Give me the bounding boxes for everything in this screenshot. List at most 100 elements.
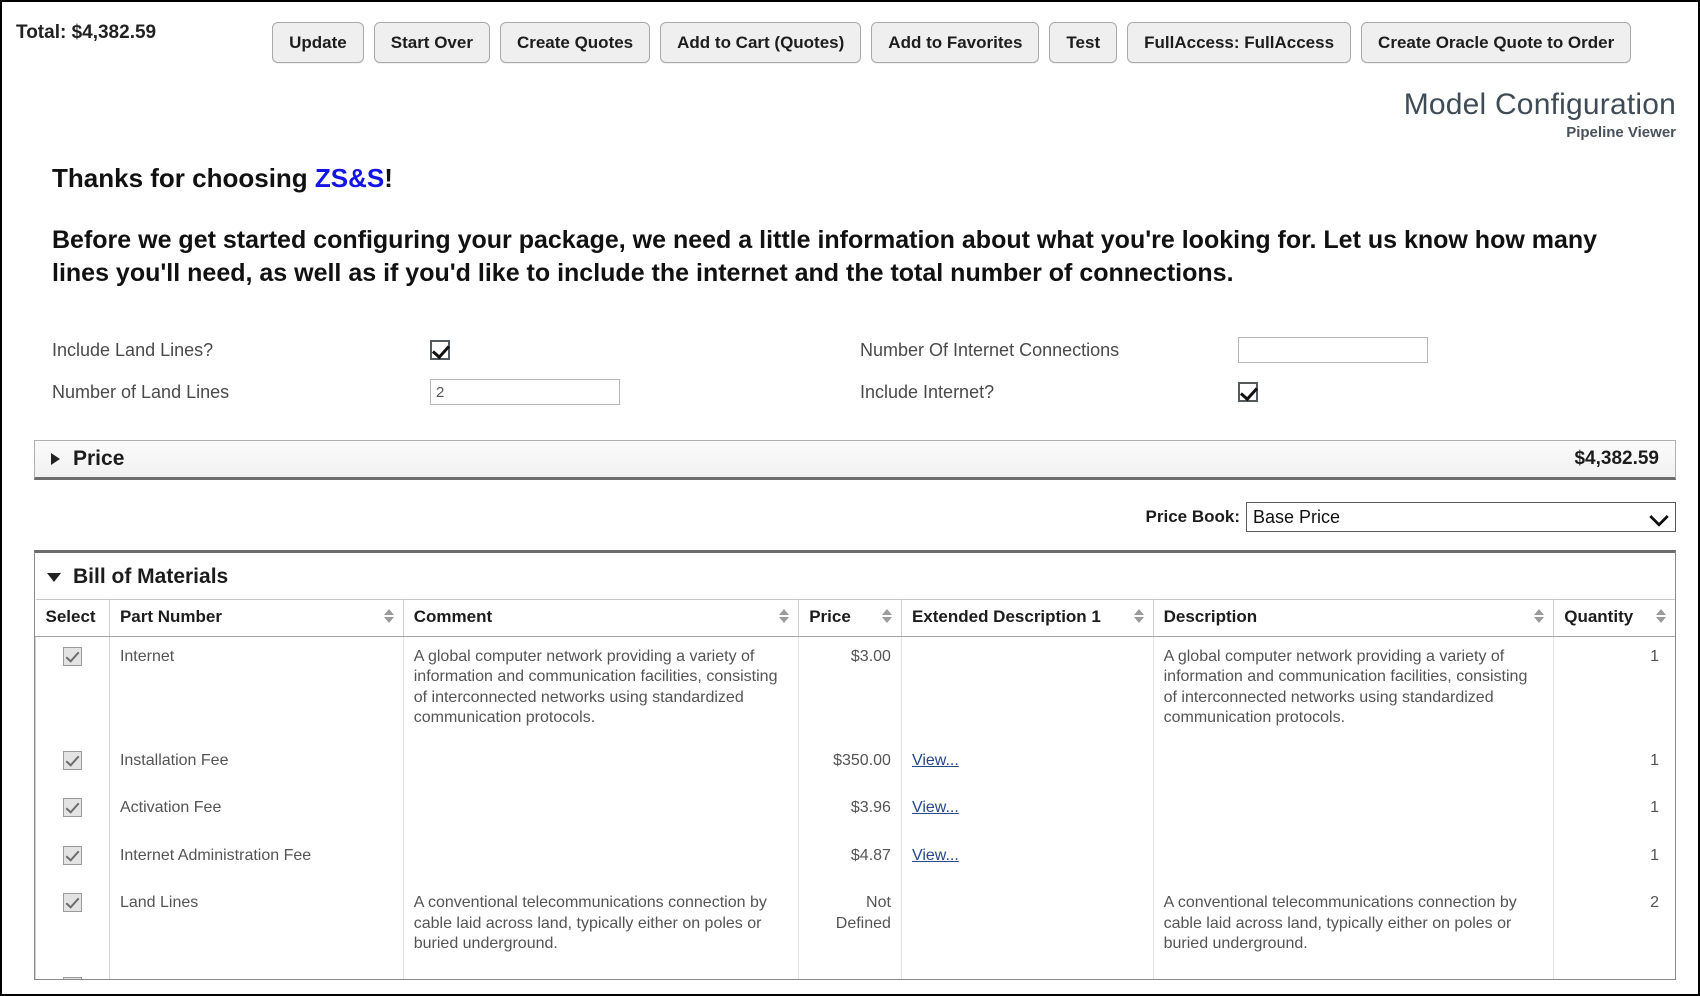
page-subtitle: Pipeline Viewer [1566, 124, 1676, 141]
column-header-select: Select [35, 599, 110, 637]
cell-comment: A conventional telecommunications connec… [403, 883, 800, 967]
brand-name: ZS&S [314, 163, 385, 193]
row-select-cell [35, 966, 110, 979]
include-internet-checkbox[interactable] [1238, 382, 1258, 402]
intro-greeting: Thanks for choosing ZS&S! [52, 163, 1652, 194]
add-to-favorites-button[interactable]: Add to Favorites [871, 21, 1040, 63]
include-land-lines-checkbox[interactable] [430, 340, 450, 360]
price-section-header[interactable]: Price $4,382.59 [34, 440, 1676, 480]
cell-price: $1.27 [798, 966, 902, 979]
bill-of-materials-panel: Bill of Materials Select Part Number Comme… [34, 550, 1676, 980]
field-number-of-internet-connections: Number Of Internet Connections [860, 330, 1668, 370]
cell-extended-description-1: View... [901, 835, 1154, 884]
update-button[interactable]: Update [272, 21, 364, 63]
cell-part-number: Land Lines [109, 883, 404, 967]
create-quotes-button[interactable]: Create Quotes [499, 21, 651, 63]
sort-arrows-icon[interactable] [779, 608, 790, 624]
intro-instructions: Before we get started configuring your p… [52, 226, 1598, 287]
number-of-internet-connections-input[interactable] [1238, 337, 1428, 363]
row-select-checkbox[interactable] [62, 750, 82, 770]
row-select-cell [35, 883, 110, 967]
cell-part-number: Activation Fee [109, 788, 404, 836]
cell-quantity: 2 [1650, 894, 1659, 912]
cell-price: $3.96 [798, 788, 902, 836]
column-header-part-number[interactable]: Part Number [109, 599, 404, 637]
cell-quantity: 1 [1650, 846, 1659, 864]
table-row: Activation Fee $3.96 View... 1 [35, 788, 1676, 836]
column-header-label: Quantity [1564, 607, 1634, 626]
view-link[interactable]: View... [912, 799, 959, 816]
price-book-selected-value: Base Price [1253, 506, 1341, 527]
column-header-label: Description [1163, 607, 1258, 626]
row-select-cell [35, 740, 110, 789]
price-book-row: Price Book: Base Price [2, 480, 1698, 532]
row-select-cell [35, 636, 110, 741]
sort-arrows-icon[interactable] [881, 608, 893, 624]
sort-arrows-icon[interactable] [1534, 608, 1545, 624]
table-header-row: Select Part Number Comment Price Extended De… [35, 599, 1675, 637]
cell-price: $3.00 [798, 636, 902, 741]
column-header-price[interactable]: Price [798, 599, 902, 637]
cell-part-number: Internet [109, 636, 404, 741]
cell-price: Not Defined [798, 883, 902, 967]
attribute-form: Include Land Lines? Number of Land Lines… [2, 290, 1698, 414]
include-internet-label: Include Internet? [860, 381, 995, 402]
price-book-select[interactable]: Base Price [1246, 502, 1676, 532]
cell-comment: A global computer network providing a va… [403, 636, 800, 741]
intro-greeting-suffix: ! [384, 163, 393, 193]
view-link[interactable]: View... [912, 978, 959, 979]
table-row: Land Lines A conventional telecommunicati… [35, 883, 1676, 967]
fullaccess-button[interactable]: FullAccess: FullAccess [1127, 21, 1352, 63]
cell-quantity: 1 [1650, 751, 1659, 769]
page-heading: Model Configuration Pipeline Viewer [2, 82, 1698, 141]
column-header-comment[interactable]: Comment [403, 599, 800, 637]
cell-comment [403, 966, 800, 979]
table-header: Select Part Number Comment Price Extended De… [35, 599, 1675, 637]
start-over-button[interactable]: Start Over [373, 21, 490, 63]
chevron-down-icon [47, 572, 61, 582]
toolbar-button-group: Update Start Over Create Quotes Add to Cart… [184, 21, 1684, 63]
cell-extended-description-1 [901, 636, 1154, 741]
row-select-cell [35, 835, 110, 884]
column-header-extended-description-1[interactable]: Extended Description 1 [901, 599, 1154, 637]
top-toolbar: Total: $4,382.59 Update Start Over Create … [2, 2, 1698, 82]
page-title: Model Configuration [1403, 88, 1676, 121]
cell-quantity: 1 [1650, 799, 1659, 817]
table-row: Installation Fee $350.00 View... 1 [35, 740, 1676, 789]
cell-description [1153, 835, 1555, 884]
view-link[interactable]: View... [912, 847, 959, 864]
row-select-checkbox[interactable] [62, 893, 82, 913]
number-of-land-lines-input[interactable] [430, 379, 620, 405]
price-section-value: $4,382.59 [1574, 448, 1659, 469]
table-row: Internet Administration Fee $4.87 View... 1 [35, 835, 1676, 884]
sort-arrows-icon[interactable] [1656, 608, 1667, 624]
column-header-description[interactable]: Description [1153, 599, 1555, 637]
row-select-checkbox[interactable] [62, 845, 82, 865]
sort-arrows-icon[interactable] [1133, 608, 1145, 624]
create-oracle-quote-to-order-button[interactable]: Create Oracle Quote to Order [1361, 21, 1632, 63]
cell-extended-description-1: View... [901, 788, 1154, 836]
row-select-checkbox[interactable] [62, 976, 82, 979]
field-include-internet: Include Internet? [860, 372, 1668, 412]
test-button[interactable]: Test [1049, 21, 1118, 63]
bill-of-materials-table: Select Part Number Comment Price Extended De… [35, 599, 1676, 979]
cell-quantity: 1 [1650, 648, 1659, 665]
add-to-cart-quotes-button[interactable]: Add to Cart (Quotes) [660, 21, 862, 63]
chevron-down-icon [1649, 507, 1669, 527]
price-section-label: Price [73, 447, 125, 470]
cell-description: A conventional telecommunications connec… [1153, 883, 1555, 967]
column-header-label: Extended Description 1 [911, 607, 1101, 626]
sort-arrows-icon[interactable] [383, 608, 395, 624]
bill-of-materials-title: Bill of Materials [73, 565, 229, 588]
column-header-quantity[interactable]: Quantity [1553, 599, 1675, 637]
row-select-checkbox[interactable] [62, 798, 82, 818]
bill-of-materials-header[interactable]: Bill of Materials [35, 553, 1675, 599]
column-header-label: Select [45, 607, 96, 626]
cell-part-number: Internet Administration Fee [109, 835, 404, 884]
cell-quantity: 2 [1554, 967, 1675, 979]
row-select-checkbox[interactable] [62, 647, 82, 666]
view-link[interactable]: View... [912, 752, 959, 769]
include-land-lines-label: Include Land Lines? [52, 339, 214, 360]
cell-description [1153, 788, 1555, 836]
attribute-column-left: Include Land Lines? Number of Land Lines [52, 330, 860, 414]
